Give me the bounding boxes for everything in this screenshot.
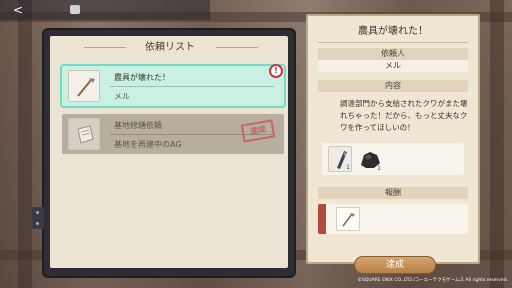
divider: [318, 42, 468, 43]
clip-rivet: [36, 211, 39, 214]
reward-tab: [318, 204, 326, 234]
item-count: 1: [346, 164, 350, 171]
reward-items: [318, 204, 468, 234]
copyright-text: ©SQUARE ENIX CO.,LTD./コーエーテクモゲームス All ri…: [357, 278, 508, 283]
detail-title: 農具が壊れた！: [358, 26, 428, 37]
complete-button[interactable]: 達成: [354, 256, 436, 274]
required-items: 1 1: [322, 143, 464, 175]
quest-list-item[interactable]: 基地修繕依頼 基地を再建中のAG 達成: [62, 114, 284, 154]
camera-icon[interactable]: [70, 5, 80, 14]
quest-name: 基地修繕依頼: [114, 121, 162, 130]
reward-label: 報酬: [318, 187, 468, 199]
quest-client: 基地を再建中のAG: [114, 140, 182, 149]
back-button[interactable]: <: [6, 3, 30, 17]
content-text: 調達部門から支給されたクワがまた壊れちゃった！だから、もっと丈夫なクワを作ってほ…: [340, 99, 468, 132]
background-post: [490, 0, 504, 288]
clip-rivet: [36, 222, 39, 225]
quest-thumbnail: [68, 118, 100, 150]
board-clip: [32, 207, 44, 229]
reward-item-slot[interactable]: [336, 207, 360, 231]
quest-list-item-selected[interactable]: 農具が壊れた！ メル !: [62, 64, 284, 106]
quest-list-title: 依頼リスト: [145, 42, 195, 53]
item-count: 1: [377, 165, 381, 172]
client-label: 依頼人: [318, 48, 468, 60]
client-value: メル: [318, 60, 468, 72]
content-label: 内容: [318, 80, 468, 92]
top-nav-bar: <: [0, 0, 210, 20]
background-post: [18, 0, 32, 288]
document-icon: [77, 125, 94, 144]
alert-icon: !: [269, 64, 283, 78]
divider: [110, 86, 274, 87]
quest-name: 農具が壊れた！: [114, 73, 170, 82]
required-item-slot[interactable]: 1: [328, 146, 352, 172]
hoe-item-icon: [342, 213, 355, 227]
completed-stamp: 達成: [240, 119, 276, 143]
required-item-slot[interactable]: 1: [358, 146, 382, 172]
quest-client: メル: [114, 92, 130, 101]
hoe-icon: [77, 78, 95, 97]
quest-thumbnail: [68, 70, 100, 102]
